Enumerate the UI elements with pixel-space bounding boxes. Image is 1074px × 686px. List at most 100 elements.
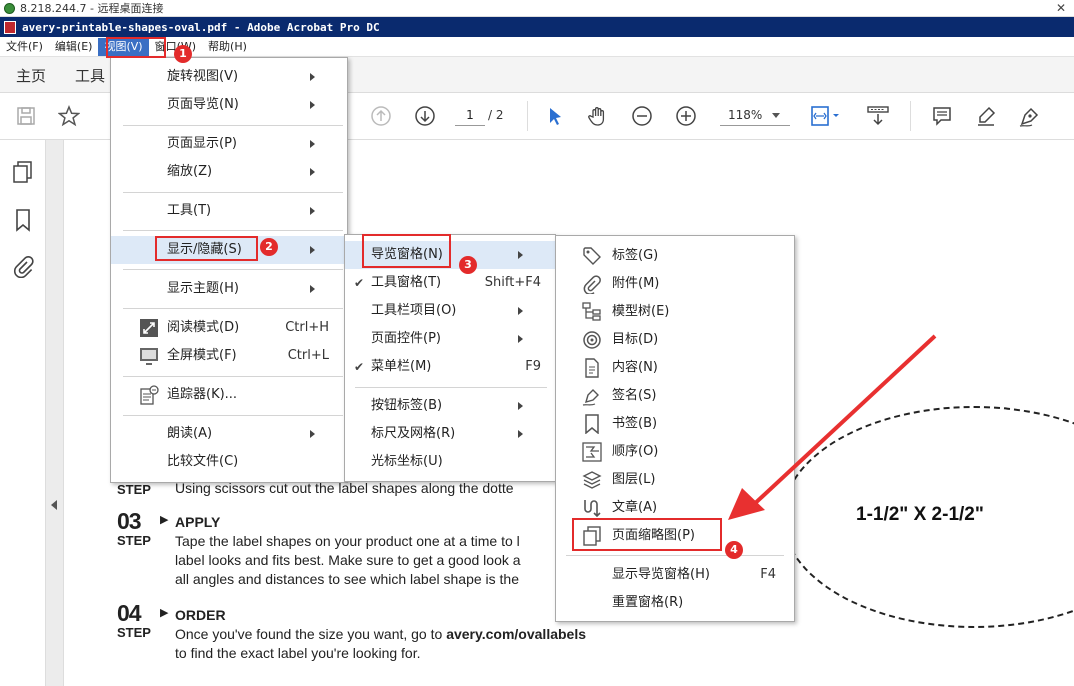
tracker-icon	[140, 385, 159, 405]
window-title: avery-printable-shapes-oval.pdf - Adobe …	[22, 20, 380, 34]
zoom-out-icon[interactable]	[630, 104, 654, 128]
menu-item-attachments[interactable]: 附件(M)	[556, 270, 794, 298]
step03-number: 03	[117, 508, 142, 534]
submenu-arrow-icon	[310, 73, 315, 81]
submenu-arrow-icon	[310, 101, 315, 109]
reading-mode-icon	[140, 319, 158, 337]
tab-home[interactable]: 主页	[16, 65, 46, 86]
menu-item-zoom[interactable]: 缩放(Z)	[111, 158, 347, 186]
close-icon[interactable]: ✕	[1048, 0, 1074, 17]
submenu-arrow-icon	[518, 402, 523, 410]
prev-page-icon[interactable]	[369, 104, 393, 128]
menu-item-read-aloud[interactable]: 朗读(A)	[111, 420, 347, 448]
triangle-right-icon: ▶	[160, 607, 169, 619]
comment-icon[interactable]	[930, 104, 954, 128]
panel-collapse-bar[interactable]	[46, 140, 64, 686]
tab-tools[interactable]: 工具	[75, 65, 105, 86]
scroll-mode-icon[interactable]	[866, 104, 890, 128]
remote-desktop-window: 8.218.244.7 - 远程桌面连接 ✕ avery-printable-s…	[0, 0, 1074, 686]
menu-item-tools[interactable]: 工具(T)	[111, 197, 347, 225]
menu-separator	[566, 555, 784, 556]
article-icon	[584, 500, 601, 518]
step04-line2: to find the exact label you're looking f…	[175, 645, 421, 661]
step03-line1: Tape the label shapes on your product on…	[175, 533, 520, 549]
paperclip-icon[interactable]	[12, 254, 34, 282]
sign-pen-icon[interactable]	[1018, 104, 1042, 128]
step02-label: STEP	[117, 482, 151, 497]
order-icon	[582, 442, 602, 462]
menu-separator	[123, 308, 343, 309]
remote-desktop-title: 8.218.244.7 - 远程桌面连接	[20, 2, 164, 15]
page-number-input[interactable]: 1	[455, 104, 485, 126]
menu-item-display-theme[interactable]: 显示主题(H)	[111, 275, 347, 303]
menu-separator	[355, 387, 547, 388]
remote-desktop-titlebar: 8.218.244.7 - 远程桌面连接 ✕	[0, 0, 1074, 17]
next-page-icon[interactable]	[413, 104, 437, 128]
page-total: / 2	[488, 108, 504, 122]
submenu-arrow-icon	[518, 251, 523, 259]
menu-help[interactable]: 帮助(H)	[202, 38, 253, 56]
chevron-down-icon	[772, 113, 780, 118]
menu-file[interactable]: 文件(F)	[0, 38, 49, 56]
menu-separator	[123, 125, 343, 126]
submenu-arrow-icon	[310, 430, 315, 438]
submenu-arrow-icon	[518, 335, 523, 343]
step03-label: STEP	[117, 533, 151, 548]
pages-panel-icon[interactable]	[12, 160, 34, 188]
layers-icon	[582, 471, 602, 489]
annotation-box-view-menu	[106, 37, 166, 58]
toolbar-divider	[527, 101, 528, 131]
menu-item-tags[interactable]: 标签(G)	[556, 242, 794, 270]
menu-item-menu-bar[interactable]: ✔ 菜单栏(M) F9	[345, 353, 555, 381]
tag-icon	[583, 247, 601, 265]
highlight-pen-icon[interactable]	[974, 104, 998, 128]
menu-item-model-tree[interactable]: 模型树(E)	[556, 298, 794, 326]
menu-item-reset-panes[interactable]: 重置窗格(R)	[556, 589, 794, 617]
menu-item-page-controls[interactable]: 页面控件(P)	[345, 325, 555, 353]
save-icon[interactable]	[14, 104, 38, 128]
content-icon	[585, 358, 599, 378]
annotation-box-show-hide	[155, 236, 258, 261]
zoom-in-icon[interactable]	[674, 104, 698, 128]
paperclip-icon	[583, 275, 601, 294]
menu-separator	[123, 230, 343, 231]
menu-item-cursor-coordinates[interactable]: 光标坐标(U)	[345, 448, 555, 476]
bookmark-panel-icon[interactable]	[14, 208, 32, 236]
menu-item-page-navigation[interactable]: 页面导览(N)	[111, 91, 347, 119]
chevron-left-icon[interactable]	[51, 500, 57, 510]
zoom-level-select[interactable]: 118%	[720, 104, 790, 126]
menu-item-rotate-view[interactable]: 旋转视图(V)	[111, 63, 347, 91]
submenu-arrow-icon	[310, 246, 315, 254]
step03-title: APPLY	[175, 514, 221, 530]
select-cursor-icon[interactable]	[543, 104, 567, 128]
menu-item-tools-pane[interactable]: ✔ 工具窗格(T) Shift+F4	[345, 269, 555, 297]
target-icon	[583, 331, 601, 349]
menu-item-toolbar-items[interactable]: 工具栏项目(O)	[345, 297, 555, 325]
annotation-badge-2: 2	[260, 238, 278, 256]
menu-item-button-labels[interactable]: 按钮标签(B)	[345, 392, 555, 420]
acrobat-titlebar: avery-printable-shapes-oval.pdf - Adobe …	[0, 17, 1074, 37]
menu-item-compare-files[interactable]: 比较文件(C)	[111, 448, 347, 476]
menu-item-rulers-grids[interactable]: 标尺及网格(R)	[345, 420, 555, 448]
step04-line1-prefix: Once you've found the size you want, go …	[175, 626, 447, 642]
menu-item-fullscreen-mode[interactable]: 全屏模式(F) Ctrl+L	[111, 342, 347, 370]
annotation-badge-3: 3	[459, 256, 477, 274]
star-icon[interactable]	[57, 104, 81, 128]
show-hide-submenu: 导览窗格(N) ✔ 工具窗格(T) Shift+F4 工具栏项目(O) 页面控件(P…	[344, 234, 556, 482]
menu-item-page-display[interactable]: 页面显示(P)	[111, 130, 347, 158]
annotation-badge-4: 4	[725, 541, 743, 559]
model-tree-icon	[582, 302, 601, 321]
avery-link[interactable]: avery.com/ovallabels	[446, 626, 586, 642]
menu-separator	[123, 376, 343, 377]
fit-page-icon[interactable]	[808, 104, 840, 128]
hand-tool-icon[interactable]	[586, 104, 610, 128]
remote-desktop-icon	[4, 2, 15, 14]
submenu-arrow-icon	[310, 285, 315, 293]
menu-item-show-navigation-pane[interactable]: 显示导览窗格(H) F4	[556, 561, 794, 589]
step03-line2: label looks and fits best. Make sure to …	[175, 552, 521, 568]
step03-line3: all angles and distances to see which la…	[175, 571, 519, 587]
menu-item-reading-mode[interactable]: 阅读模式(D) Ctrl+H	[111, 314, 347, 342]
menu-item-tracker[interactable]: 追踪器(K)...	[111, 381, 347, 409]
menu-edit[interactable]: 编辑(E)	[49, 38, 99, 56]
annotation-badge-1: 1	[174, 45, 192, 63]
